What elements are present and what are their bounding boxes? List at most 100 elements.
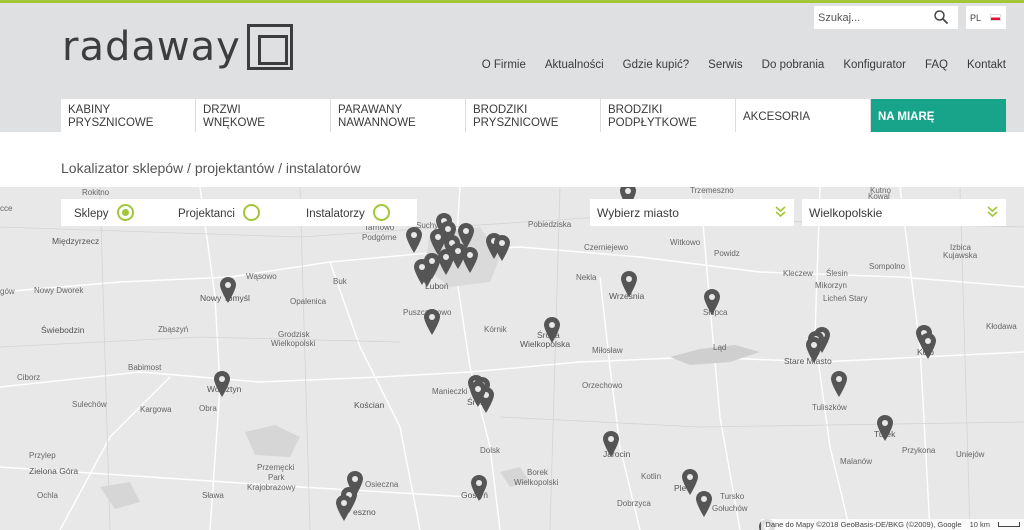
map-label: Osieczna <box>365 480 399 489</box>
store-marker-icon[interactable] <box>877 415 893 441</box>
map-label: Zielona Góra <box>29 466 79 476</box>
city-select[interactable]: Wybierz miasto <box>590 199 794 226</box>
map-label: Kościan <box>354 400 385 410</box>
map-label: Miłosław <box>592 346 623 355</box>
product-nav-line2: PRYSZNICOWE <box>473 117 559 129</box>
map-label: Ciborz <box>17 373 41 382</box>
store-marker-icon[interactable] <box>470 381 486 407</box>
map-label: Witkowo <box>670 238 701 247</box>
store-marker-icon[interactable] <box>462 247 478 273</box>
map-background <box>0 187 1024 530</box>
map-label: Tuliszków <box>812 403 847 412</box>
map-label: Kórnik <box>484 325 507 334</box>
map-label: Nekla <box>576 273 597 282</box>
store-marker-icon[interactable] <box>831 371 847 397</box>
map-label: Kargowa <box>140 405 172 414</box>
map-label: Uniejów <box>956 450 985 459</box>
product-nav-line2: PODPŁYTKOWE <box>608 117 697 129</box>
product-nav-kabiny-prysznicowe[interactable]: KABINY PRYSZNICOWE <box>61 99 196 135</box>
map-label: Pobiedziska <box>528 220 572 229</box>
store-marker-icon[interactable] <box>696 491 712 517</box>
map-scale-bar <box>998 522 1020 527</box>
map-label: Świebodzin <box>41 325 85 335</box>
store-marker-icon[interactable] <box>406 227 422 253</box>
search-box <box>814 6 958 29</box>
product-nav-brodziki-prysznicowe[interactable]: BRODZIKI PRYSZNICOWE <box>466 99 601 135</box>
nav-link-faq[interactable]: FAQ <box>925 59 948 71</box>
filter-instalatorzy[interactable]: Instalatorzy <box>306 204 390 222</box>
product-nav-line1: AKCESORIA <box>743 111 811 123</box>
map-label: Nowy Dworek <box>34 286 84 295</box>
map-label: Zbąszyń <box>158 325 189 334</box>
map-label: Obra <box>199 404 217 413</box>
map-label: Sompolno <box>869 262 906 271</box>
store-marker-icon[interactable] <box>920 333 936 359</box>
nav-link-serwis[interactable]: Serwis <box>708 59 743 71</box>
map-label: Trzemeszno <box>690 187 734 195</box>
header: radaway PL O Firmie Aktualności Gdzie ku… <box>0 3 1024 135</box>
nav-link-kontakt[interactable]: Kontakt <box>967 59 1006 71</box>
map-label: Opalenica <box>290 297 327 306</box>
filter-sklepy-radio[interactable] <box>116 204 134 221</box>
store-marker-icon[interactable] <box>494 235 510 261</box>
store-marker-icon[interactable] <box>621 271 637 297</box>
logo[interactable]: radaway <box>62 23 293 71</box>
filter-bar: Sklepy Projektanci Instalatorzy <box>61 199 417 226</box>
chevron-down-icon <box>987 206 998 218</box>
city-select-value: Wybierz miasto <box>597 206 679 220</box>
nav-link-konfigurator[interactable]: Konfigurator <box>843 59 906 71</box>
nav-link-gdzie-kupic[interactable]: Gdzie kupić? <box>623 59 689 71</box>
store-marker-icon[interactable] <box>214 371 230 397</box>
map-label: Babimost <box>128 363 162 372</box>
product-nav-parawany-nawannowe[interactable]: PARAWANY NAWANNOWE <box>331 99 466 135</box>
map-label: Buk <box>333 277 347 286</box>
product-nav-line2: WNĘKOWE <box>203 117 265 129</box>
store-marker-icon[interactable] <box>220 277 236 303</box>
product-nav-na-miare[interactable]: NA MIARĘ <box>871 99 1006 135</box>
region-select-value: Wielkopolskie <box>809 206 883 220</box>
map-label: Podgórne <box>362 233 397 242</box>
nav-link-aktualnosci[interactable]: Aktualności <box>545 59 604 71</box>
language-selector[interactable]: PL <box>966 6 1006 29</box>
store-marker-icon[interactable] <box>544 317 560 343</box>
filter-projektanci[interactable]: Projektanci <box>178 204 260 222</box>
map-label: Czerniejewo <box>584 243 629 252</box>
map-label: Malanów <box>840 457 873 466</box>
filter-instalatorzy-label: Instalatorzy <box>306 207 365 220</box>
region-select[interactable]: Wielkopolskie <box>802 199 1006 226</box>
store-marker-icon[interactable] <box>603 431 619 457</box>
filter-sklepy-label: Sklepy <box>74 207 109 220</box>
search-icon[interactable] <box>934 10 948 24</box>
store-marker-icon[interactable] <box>438 249 454 275</box>
map-label: Kleczew <box>783 269 813 278</box>
product-nav-akcesoria[interactable]: AKCESORIA <box>736 99 871 135</box>
store-marker-icon[interactable] <box>424 309 440 335</box>
product-nav-line1: BRODZIKI <box>473 104 528 116</box>
map-label: Sława <box>202 491 224 500</box>
top-navigation: O Firmie Aktualności Gdzie kupić? Serwis… <box>482 59 1006 71</box>
map-label: Wielkopolski <box>514 478 559 487</box>
filter-projektanci-radio[interactable] <box>242 204 260 221</box>
map-label: Kłodawa <box>986 322 1017 331</box>
nav-link-do-pobrania[interactable]: Do pobrania <box>762 59 825 71</box>
map-scale-label: 10 km <box>969 520 990 529</box>
product-nav-drzwi-wnekowe[interactable]: DRZWI WNĘKOWE <box>196 99 331 135</box>
map-attribution: Dane do Mapy ©2018 GeoBasis-DE/BKG (©200… <box>761 519 1024 530</box>
map-label: Wielkopolski <box>271 339 316 348</box>
filter-instalatorzy-radio[interactable] <box>372 204 390 221</box>
map-label: Przykona <box>902 446 936 455</box>
store-marker-icon[interactable] <box>806 337 822 363</box>
store-marker-icon[interactable] <box>704 289 720 315</box>
logo-mark <box>246 24 293 70</box>
store-marker-icon[interactable] <box>336 495 352 521</box>
product-nav-line2: PRYSZNICOWE <box>68 117 154 129</box>
filter-sklepy[interactable]: Sklepy <box>74 204 134 222</box>
page-title: Lokalizator sklepów / projektantów / ins… <box>61 160 361 176</box>
nav-link-o-firmie[interactable]: O Firmie <box>482 59 526 71</box>
store-marker-icon[interactable] <box>471 475 487 501</box>
product-nav-brodziki-podplytkowe[interactable]: BRODZIKI PODPŁYTKOWE <box>601 99 736 135</box>
store-locator-map[interactable]: Rokitno cce Międzyrzecz Tarnowo Podgórne… <box>0 187 1024 530</box>
search-input[interactable] <box>818 11 928 24</box>
store-marker-icon[interactable] <box>414 259 430 285</box>
map-label: Borek <box>527 468 548 477</box>
